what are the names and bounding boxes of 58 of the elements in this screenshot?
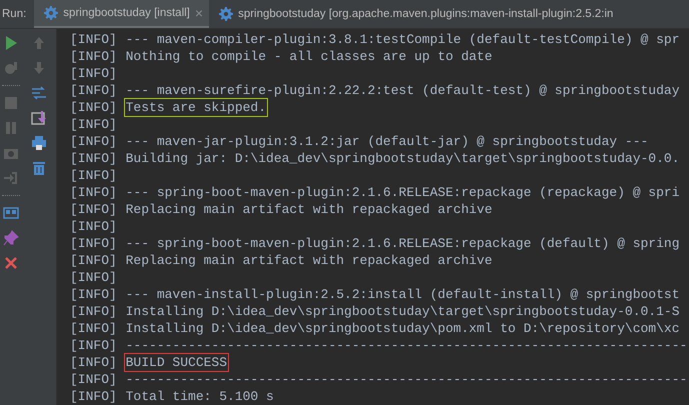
log-level: [INFO]: [70, 235, 117, 252]
down-arrow-icon[interactable]: [31, 60, 47, 76]
gear-icon: [44, 6, 58, 20]
log-text: Installing D:\idea_dev\springbootstuday\pom.xml to D:\repository\com\xc: [124, 320, 680, 337]
log-text: --- maven-surefire-plugin:2.22.2:test (default-test) @ springbootstuday: [124, 82, 680, 99]
up-arrow-icon[interactable]: [31, 35, 47, 51]
log-level: [INFO]: [70, 133, 117, 150]
stop-icon[interactable]: [3, 95, 19, 111]
exit-icon[interactable]: [3, 170, 19, 186]
log-level: [INFO]: [70, 31, 117, 48]
log-level: [INFO]: [70, 303, 117, 320]
layout-icon[interactable]: [3, 205, 19, 221]
log-level: [INFO]: [70, 184, 117, 201]
log-level: [INFO]: [70, 116, 117, 133]
bug-icon[interactable]: [3, 60, 19, 76]
log-text: Total time: 5.100 s: [124, 388, 275, 405]
log-text: --- maven-jar-plugin:3.1.2:jar (default-jar) @ springbootstuday ---: [124, 133, 650, 150]
run-tab[interactable]: springbootstuday [install] ×: [34, 0, 210, 28]
print-icon[interactable]: [31, 135, 47, 151]
log-level: [INFO]: [70, 371, 117, 388]
log-level: [INFO]: [70, 201, 117, 218]
highlighted-log-text: BUILD SUCCESS: [124, 354, 228, 371]
log-text: --- maven-install-plugin:2.5.2:install (default-install) @ springbootst: [124, 286, 680, 303]
soft-wrap-icon[interactable]: [31, 85, 47, 101]
close-icon[interactable]: [3, 255, 19, 271]
log-level: [INFO]: [70, 82, 117, 99]
log-level: [INFO]: [70, 218, 117, 235]
log-text: Installing D:\idea_dev\springbootstuday\target\springbootstuday-0.0.1-S: [124, 303, 680, 320]
log-text: Replacing main artifact with repackaged archive: [124, 201, 494, 218]
log-level: [INFO]: [70, 167, 117, 184]
highlighted-log-text: Tests are skipped.: [124, 99, 268, 116]
pin-icon[interactable]: [3, 230, 19, 246]
log-level: [INFO]: [70, 354, 117, 371]
log-level: [INFO]: [70, 65, 117, 82]
log-level: [INFO]: [70, 320, 117, 337]
trash-icon[interactable]: [31, 160, 47, 176]
gear-icon: [219, 7, 234, 21]
log-text: Building jar: D:\idea_dev\springbootstuday\target\springbootstuday-0.0.: [124, 150, 680, 167]
log-level: [INFO]: [70, 286, 117, 303]
log-text: Nothing to compile - all classes are up to date: [124, 48, 494, 65]
log-level: [INFO]: [70, 269, 117, 286]
log-level: [INFO]: [70, 388, 117, 405]
log-text: --- spring-boot-maven-plugin:2.1.6.RELEASE:repackage (repackage) @ spri: [124, 184, 680, 201]
run-icon[interactable]: [3, 35, 19, 51]
log-level: [INFO]: [70, 337, 117, 354]
log-level: [INFO]: [70, 99, 117, 116]
close-icon[interactable]: ×: [194, 5, 204, 21]
run-label: Run:: [1, 8, 28, 20]
log-text: ------------------------------------------------------------------------: [124, 337, 688, 354]
pause-icon[interactable]: [3, 120, 19, 136]
log-text: ------------------------------------------------------------------------: [124, 371, 688, 388]
log-text: --- spring-boot-maven-plugin:2.1.6.RELEASE:repackage (default) @ spring: [124, 235, 680, 252]
scroll-to-end-icon[interactable]: [31, 110, 47, 126]
log-level: [INFO]: [70, 252, 117, 269]
log-text: Replacing main artifact with repackaged archive: [124, 252, 494, 269]
log-level: [INFO]: [70, 48, 117, 65]
log-level: [INFO]: [70, 150, 117, 167]
log-text: --- maven-compiler-plugin:3.8.1:testCompile (default-testCompile) @ spr: [124, 31, 680, 48]
